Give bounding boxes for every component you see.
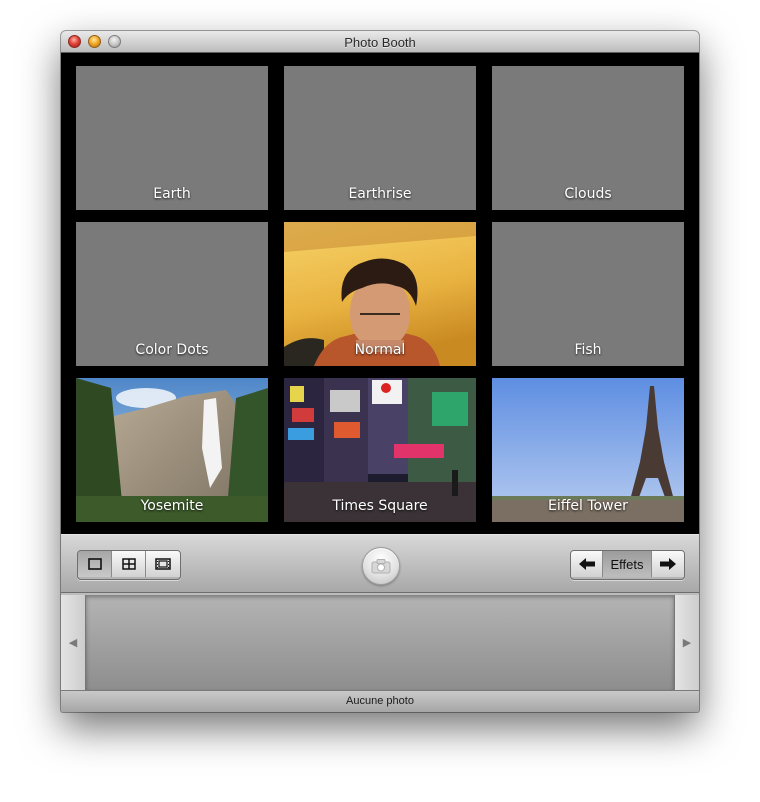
effect-label: Normal: [354, 342, 406, 358]
four-up-icon: [121, 558, 136, 570]
effect-label: Yosemite: [140, 498, 204, 514]
camera-icon: [371, 559, 391, 574]
effect-label: Earthrise: [348, 186, 412, 202]
effect-tile-earthrise[interactable]: Earthrise: [284, 66, 476, 210]
window-title: Photo Booth: [344, 35, 416, 50]
effect-tile-times-square[interactable]: Times Square: [284, 378, 476, 522]
filmstrip-icon: [155, 558, 171, 570]
effect-tile-normal[interactable]: Normal: [284, 222, 476, 366]
photo-booth-window: Photo Booth Earth Earthrise Clouds Color…: [61, 31, 699, 712]
toolbar: Effets: [61, 534, 699, 593]
status-bar: Aucune photo: [61, 690, 699, 712]
effect-tile-yosemite[interactable]: Yosemite: [76, 378, 268, 522]
view-mode-selector: [77, 550, 181, 580]
video-mode-button[interactable]: [146, 551, 180, 577]
effect-label: Times Square: [332, 498, 428, 514]
photo-tray: ◀ ▶: [61, 593, 699, 690]
effect-label: Fish: [574, 342, 602, 358]
effect-label: Clouds: [564, 186, 612, 202]
effect-tile-color-dots[interactable]: Color Dots: [76, 222, 268, 366]
single-shot-icon: [87, 558, 102, 570]
effects-button[interactable]: Effets: [603, 551, 652, 577]
tray-scroll-right-button[interactable]: ▶: [674, 595, 699, 690]
next-effects-button[interactable]: [652, 551, 684, 577]
effects-grid: Earth Earthrise Clouds Color Dots Normal…: [61, 53, 699, 534]
effect-tile-earth[interactable]: Earth: [76, 66, 268, 210]
arrow-right-icon: [660, 558, 676, 570]
status-text: Aucune photo: [346, 695, 414, 707]
effect-label: Color Dots: [135, 342, 209, 358]
triangle-right-icon: ▶: [682, 636, 692, 649]
arrow-left-icon: [578, 558, 595, 570]
effects-navigator: Effets: [570, 550, 685, 580]
effect-tile-fish[interactable]: Fish: [492, 222, 684, 366]
previous-effects-button[interactable]: [571, 551, 603, 577]
title-bar[interactable]: Photo Booth: [61, 31, 699, 53]
tray-scroll-left-button[interactable]: ◀: [61, 595, 86, 690]
triangle-left-icon: ◀: [68, 636, 78, 649]
take-photo-button[interactable]: [362, 547, 400, 585]
effect-label: Earth: [153, 186, 191, 202]
single-shot-mode-button[interactable]: [78, 551, 112, 577]
effect-label: Eiffel Tower: [548, 498, 628, 514]
photo-strip[interactable]: [86, 595, 674, 690]
effect-tile-clouds[interactable]: Clouds: [492, 66, 684, 210]
four-up-mode-button[interactable]: [112, 551, 146, 577]
effect-tile-eiffel-tower[interactable]: Eiffel Tower: [492, 378, 684, 522]
